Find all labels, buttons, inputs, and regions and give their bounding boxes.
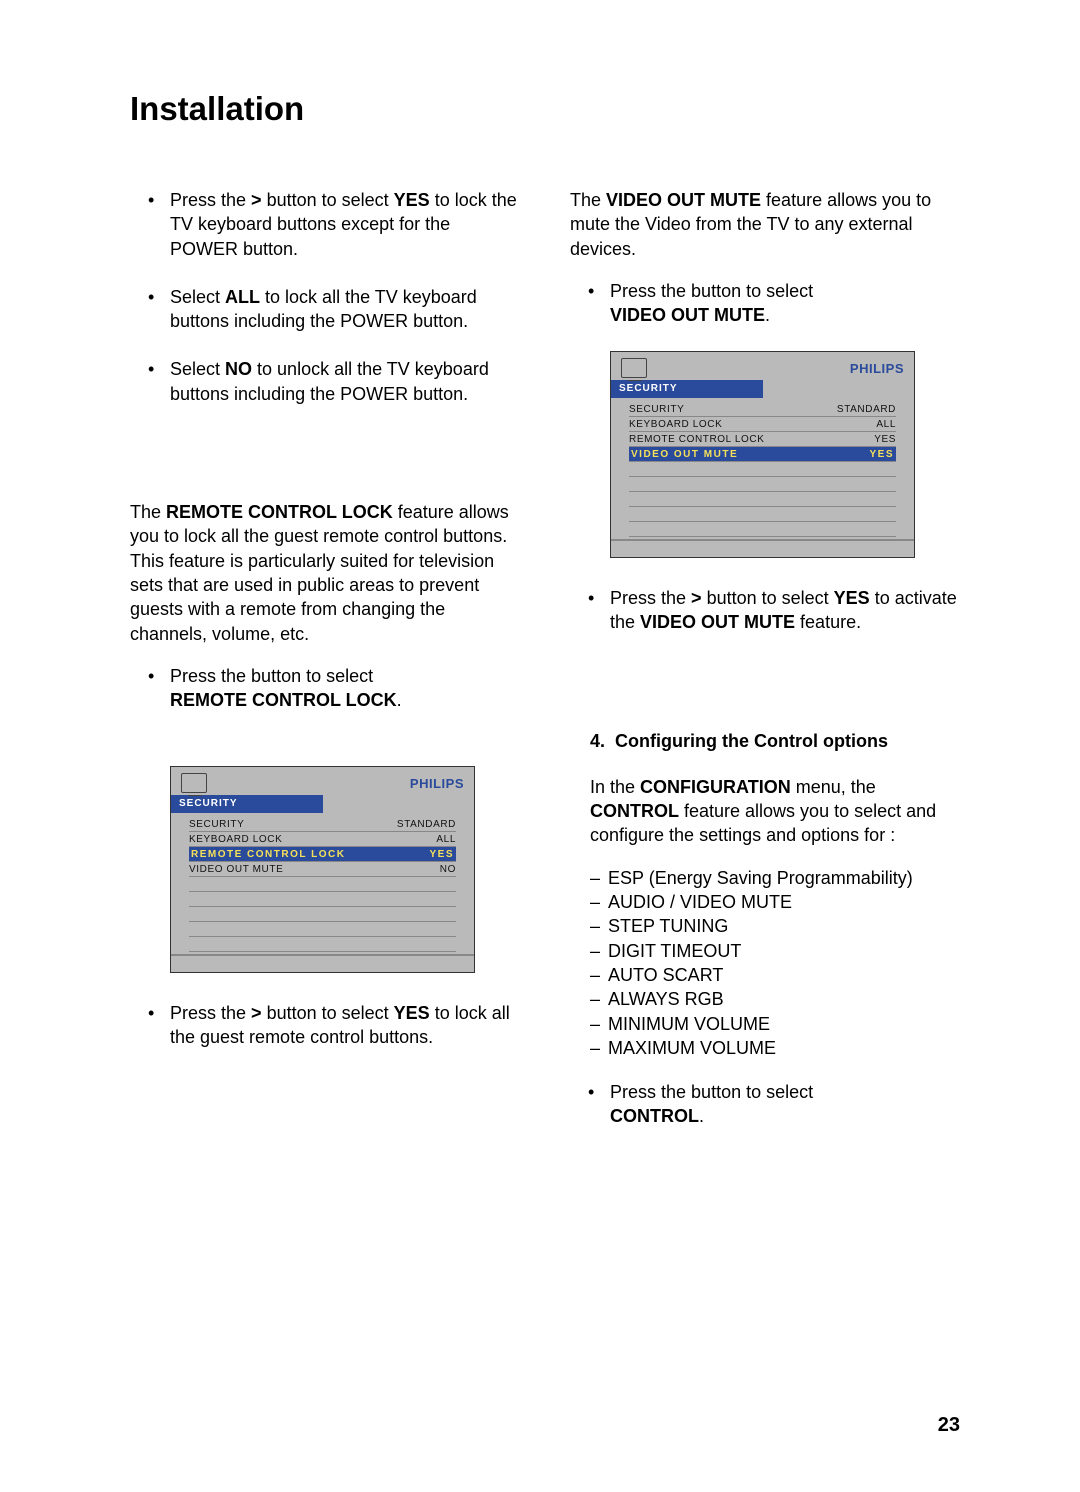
osd-row-empty [189, 877, 456, 892]
rcl-select-bullet: Press the button to select REMOTE CONTRO… [130, 664, 520, 713]
keyboard-lock-bullets: Press the > button to select YES to lock… [130, 188, 520, 406]
control-option-item: MINIMUM VOLUME [590, 1012, 960, 1036]
section-4-heading: 4. Configuring the Control options [570, 729, 960, 753]
video-out-mute-para: The VIDEO OUT MUTE feature allows you to… [570, 188, 960, 261]
content-columns: Press the > button to select YES to lock… [130, 188, 960, 1153]
rcl-yes-bullet: Press the > button to select YES to lock… [130, 1001, 520, 1050]
remote-control-lock-para: The REMOTE CONTROL LOCK feature allows y… [130, 500, 520, 646]
osd-row: REMOTE CONTROL LOCKYES [189, 847, 456, 862]
osd1-body: SECURITYSTANDARDKEYBOARD LOCKALLREMOTE C… [171, 813, 474, 954]
bullet-yes: Press the > button to select YES to lock… [170, 188, 520, 261]
control-option-item: MAXIMUM VOLUME [590, 1036, 960, 1060]
control-option-item: AUTO SCART [590, 963, 960, 987]
osd-tab: SECURITY [611, 380, 763, 398]
left-column: Press the > button to select YES to lock… [130, 188, 520, 1153]
osd-row-empty [189, 892, 456, 907]
osd-row-empty [629, 462, 896, 477]
configuration-para: In the CONFIGURATION menu, the CONTROL f… [570, 775, 960, 848]
osd-screenshot-remote-lock: PHILIPS SECURITY SECURITYSTANDARDKEYBOAR… [170, 766, 475, 973]
bullet-select-rcl: Press the button to select REMOTE CONTRO… [170, 664, 520, 713]
page-title: Installation [130, 90, 960, 128]
bullet-all: Select ALL to lock all the TV keyboard b… [170, 285, 520, 334]
osd-tab: SECURITY [171, 795, 323, 813]
tv-icon [621, 358, 647, 378]
control-option-item: AUDIO / VIDEO MUTE [590, 890, 960, 914]
control-option-item: DIGIT TIMEOUT [590, 939, 960, 963]
control-select-bullet: Press the button to select CONTROL. [570, 1080, 960, 1129]
osd-row-empty [629, 492, 896, 507]
tv-icon [181, 773, 207, 793]
osd-row: VIDEO OUT MUTEYES [629, 447, 896, 462]
osd-row-empty [629, 522, 896, 537]
brand-label: PHILIPS [850, 360, 904, 378]
brand-label: PHILIPS [410, 775, 464, 793]
control-option-item: STEP TUNING [590, 914, 960, 938]
osd-row-empty [189, 907, 456, 922]
osd-row: KEYBOARD LOCKALL [629, 417, 896, 432]
vom-yes-bullet: Press the > button to select YES to acti… [570, 586, 960, 635]
control-options-list: ESP (Energy Saving Programmability)AUDIO… [570, 866, 960, 1060]
osd-row-empty [629, 477, 896, 492]
bullet-select-vom: Press the button to select VIDEO OUT MUT… [610, 279, 960, 328]
page-number: 23 [938, 1414, 960, 1437]
control-option-item: ESP (Energy Saving Programmability) [590, 866, 960, 890]
osd-row-empty [189, 937, 456, 952]
bullet-select-control: Press the button to select CONTROL. [610, 1080, 960, 1129]
bullet-vom-yes: Press the > button to select YES to acti… [610, 586, 960, 635]
osd2-body: SECURITYSTANDARDKEYBOARD LOCKALLREMOTE C… [611, 398, 914, 539]
bullet-rcl-yes: Press the > button to select YES to lock… [170, 1001, 520, 1050]
osd-row: SECURITYSTANDARD [629, 402, 896, 417]
osd-row: KEYBOARD LOCKALL [189, 832, 456, 847]
osd-row: SECURITYSTANDARD [189, 817, 456, 832]
vom-select-bullet: Press the button to select VIDEO OUT MUT… [570, 279, 960, 328]
osd-screenshot-video-mute: PHILIPS SECURITY SECURITYSTANDARDKEYBOAR… [610, 351, 915, 558]
control-option-item: ALWAYS RGB [590, 987, 960, 1011]
bullet-no: Select NO to unlock all the TV keyboard … [170, 357, 520, 406]
osd-row: REMOTE CONTROL LOCKYES [629, 432, 896, 447]
osd-row-empty [629, 507, 896, 522]
right-column: The VIDEO OUT MUTE feature allows you to… [570, 188, 960, 1153]
osd-row-empty [189, 922, 456, 937]
osd-row: VIDEO OUT MUTENO [189, 862, 456, 877]
